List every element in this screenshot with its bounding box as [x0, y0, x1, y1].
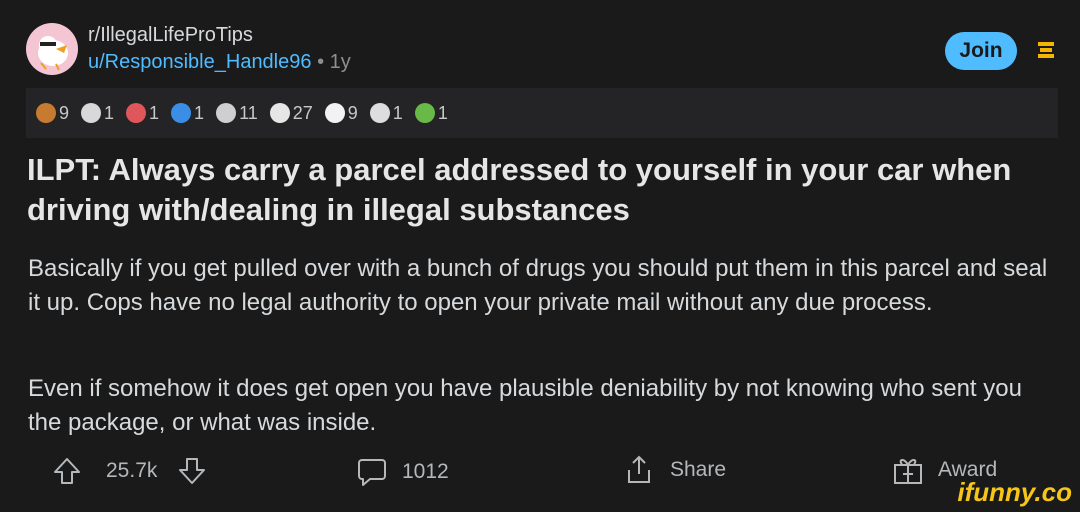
award-item[interactable]: 1	[81, 103, 114, 124]
post-header: r/IllegalLifeProTips u/Responsible_Handl…	[26, 22, 351, 76]
award-item[interactable]: 9	[36, 103, 69, 124]
subreddit-name[interactable]: r/IllegalLifeProTips	[88, 22, 351, 49]
share-button[interactable]: Share	[624, 454, 726, 486]
award-icon	[36, 103, 56, 123]
author-name[interactable]: u/Responsible_Handle96	[88, 51, 312, 73]
comment-count: 1012	[402, 460, 449, 483]
upvote-icon[interactable]	[52, 456, 82, 486]
award-count: 1	[149, 102, 160, 123]
award-count: 1	[194, 102, 205, 123]
award-count: 27	[292, 102, 313, 123]
award-icon	[269, 103, 290, 123]
post-title[interactable]: ILPT: Always carry a parcel addressed to…	[27, 150, 1067, 230]
award-icon	[216, 103, 237, 123]
award-count: 1	[392, 102, 403, 123]
award-icon	[126, 103, 147, 123]
award-icon	[369, 103, 390, 123]
notification-icon[interactable]	[1036, 40, 1056, 62]
comment-icon	[358, 459, 386, 486]
downvote-icon[interactable]	[177, 456, 207, 486]
award-item[interactable]: 27	[269, 102, 313, 124]
subreddit-avatar[interactable]	[26, 23, 78, 75]
award-count: 1	[437, 102, 448, 123]
award-item[interactable]: 11	[216, 103, 258, 124]
watermark: ifunny.co	[957, 477, 1072, 507]
award-item[interactable]: 1	[369, 102, 403, 124]
award-count: 9	[347, 102, 358, 123]
meta-separator: •	[317, 51, 325, 73]
post-meta: r/IllegalLifeProTips u/Responsible_Handl…	[88, 22, 351, 76]
join-button[interactable]: Join	[945, 32, 1017, 70]
share-icon	[628, 455, 650, 483]
post-age: 1y	[329, 51, 351, 73]
post-paragraph: Basically if you get pulled over with a …	[28, 255, 1048, 316]
gift-icon	[894, 459, 922, 484]
award-item[interactable]: 1	[414, 102, 448, 124]
award-item[interactable]: 9	[324, 102, 358, 124]
award-item[interactable]: 1	[126, 103, 159, 124]
vote-group: 25.7k	[52, 456, 207, 486]
award-count: 1	[104, 102, 115, 123]
upvote-count: 25.7k	[106, 459, 158, 482]
post-paragraph: Even if somehow it does get open you hav…	[28, 375, 1022, 436]
award-count: 11	[239, 102, 258, 123]
share-label: Share	[670, 458, 727, 481]
post-actions: 25.7k 1012 Share Award	[0, 452, 1080, 492]
award-count: 9	[59, 102, 70, 123]
comments-button[interactable]: 1012	[356, 456, 449, 488]
award-icon	[171, 103, 192, 123]
subreddit-avatar-icon	[38, 36, 68, 71]
award-icon	[324, 103, 345, 123]
award-item[interactable]: 1	[171, 103, 204, 124]
award-icon	[81, 103, 102, 123]
award-icon	[414, 103, 435, 123]
awards-bar[interactable]: 9 1 1 1 11 27 9 1 1	[26, 88, 1058, 138]
author-line: u/Responsible_Handle96 • 1y	[88, 49, 351, 76]
